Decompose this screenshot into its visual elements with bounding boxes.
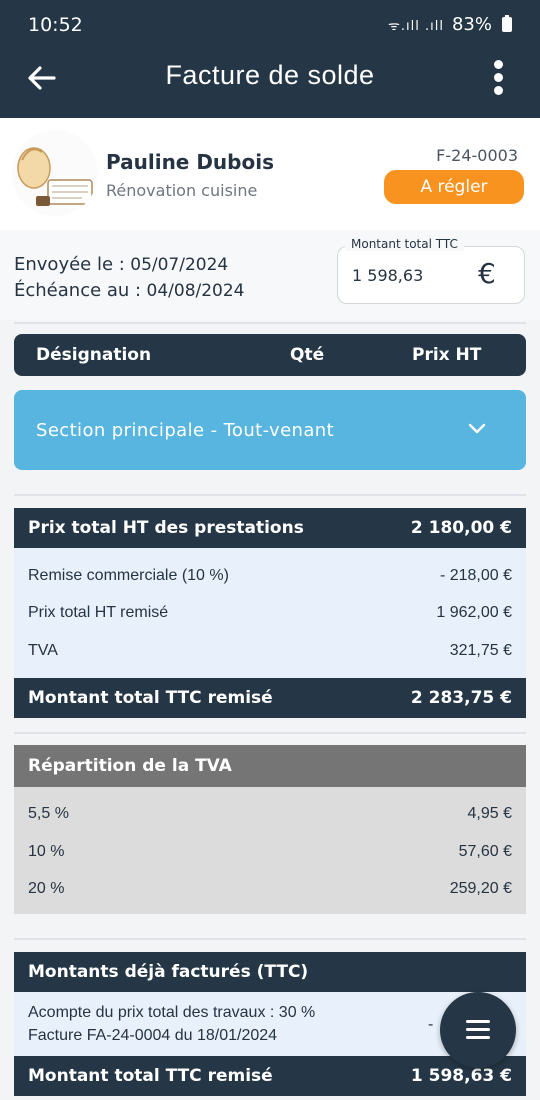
remaining-total-value: 1 598,63 € [410,1066,512,1086]
tva-amount: 259,20 € [449,880,512,897]
menu-icon [466,1020,490,1023]
total-ht-label: Prix total HT des prestations [28,518,304,538]
col-price: Prix HT [412,345,482,365]
invoice-number: F-24-0003 [436,146,518,165]
tva-amount: 4,95 € [467,805,512,822]
divider [14,322,526,324]
already-invoiced-header: Montants déjà facturés (TTC) [14,952,526,992]
tva-value: 321,75 € [449,642,512,659]
tva-rate-row: 20 % 259,20 € [28,880,512,898]
deposit-amount: - [428,1016,438,1034]
tva-breakdown-header: Répartition de la TVA [14,745,526,787]
battery-icon [502,15,512,32]
deposit-line: Acompte du prix total des travaux : 30 % [28,1004,512,1022]
sent-date-label: Envoyée le : [14,254,125,275]
remaining-total-band: Montant total TTC remisé 1 598,63 € [14,1056,526,1096]
col-designation: Désignation [36,345,152,365]
total-ht-band: Prix total HT des prestations 2 180,00 € [14,508,526,548]
deposit-invoice-ref: Facture FA-24-0004 du 18/01/2024 [28,1027,278,1044]
tva-row: TVA 321,75 € [28,642,512,660]
divider [14,732,526,734]
status-bar: 10:52 ᯤ.ıll .ıll 83% [0,0,540,52]
already-invoiced-title: Montants déjà facturés (TTC) [28,962,309,982]
total-ht-value: 2 180,00 € [410,518,512,538]
signal-icon: ᯤ.ıll .ıll [388,18,444,34]
status-badge[interactable]: A régler [384,170,524,204]
menu-fab-button[interactable] [440,992,516,1068]
deposit-description: Acompte du prix total des travaux : 30 % [28,1004,316,1021]
client-avatar [12,130,98,216]
tva-amount: 57,60 € [458,843,512,860]
ht-discounted-label: Prix total HT remisé [28,604,169,621]
tva-rate-row: 10 % 57,60 € [28,843,512,861]
due-date-row: Échéance au : 04/08/2024 [14,280,245,301]
page-title: Facture de solde [165,60,375,90]
col-qty: Qté [290,345,325,365]
total-ttc-discounted-value: 2 283,75 € [410,688,512,708]
menu-icon-line [466,1036,490,1039]
divider [14,938,526,940]
due-date-label: Échéance au : [14,280,142,301]
tva-breakdown-title: Répartition de la TVA [28,756,232,776]
more-options-icon[interactable] [490,60,506,100]
total-ttc-value: 1 598,63 [352,266,424,285]
chevron-down-icon [468,423,486,434]
sent-date-row: Envoyée le : 05/07/2024 [14,254,228,275]
due-date-value: 04/08/2024 [146,281,245,301]
divider [14,494,526,496]
section-accordion[interactable]: Section principale - Tout-venant [14,390,526,470]
discount-label: Remise commerciale (10 %) [28,567,229,584]
section-label: Section principale - Tout-venant [36,420,335,441]
tva-rate: 10 % [28,843,65,860]
total-ttc-label: Montant total TTC [345,237,464,251]
remaining-total-label: Montant total TTC remisé [28,1066,273,1086]
deposit-amount-value: - [428,1016,434,1033]
tva-rate: 20 % [28,880,65,897]
ht-discounted-row: Prix total HT remisé 1 962,00 € [28,604,512,622]
tva-rate: 5,5 % [28,805,69,822]
status-indicators: ᯤ.ıll .ıll 83% [388,14,512,35]
table-header: Désignation Qté Prix HT [14,334,526,376]
total-ttc-discounted-label: Montant total TTC remisé [28,688,273,708]
client-name: Pauline Dubois [106,150,274,174]
tva-label: TVA [28,642,58,659]
menu-icon-line [466,1028,490,1031]
tva-rate-row: 5,5 % 4,95 € [28,805,512,823]
status-time: 10:52 [28,14,83,36]
worker-illustration-icon [17,147,93,206]
euro-icon: € [478,257,496,290]
total-ttc-band: Montant total TTC remisé 2 283,75 € [14,678,526,718]
app-bar: 10:52 ᯤ.ıll .ıll 83% Facture de solde [0,0,540,118]
ht-discounted-value: 1 962,00 € [436,604,512,621]
battery-level: 83% [451,14,492,35]
sent-date-value: 05/07/2024 [130,255,229,275]
discount-value: - 218,00 € [439,567,512,584]
discount-row: Remise commerciale (10 %) - 218,00 € [28,567,512,585]
project-name: Rénovation cuisine [106,181,258,200]
